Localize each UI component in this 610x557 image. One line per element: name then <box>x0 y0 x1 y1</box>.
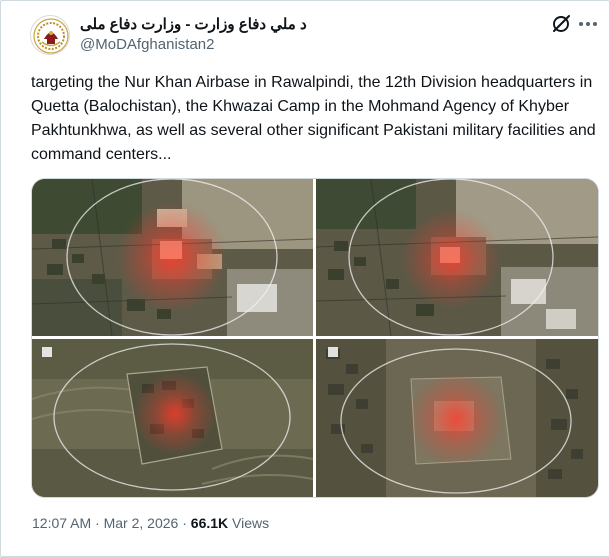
tweet-header: د ملي دفاع وزارت - وزارت دفاع ملی @MoDAf… <box>1 1 610 65</box>
tweet-meta: 12:07 AM · Mar 2, 2026 · 66.1K Views <box>32 515 269 531</box>
user-handle[interactable]: @MoDAfghanistan2 <box>80 36 214 53</box>
grok-icon[interactable] <box>550 13 572 35</box>
media-image[interactable] <box>316 339 598 497</box>
avatar[interactable] <box>30 15 70 55</box>
emblem-icon <box>33 18 69 54</box>
tweet-card: د ملي دفاع وزارت - وزارت دفاع ملی @MoDAf… <box>0 0 610 557</box>
views-count: 66.1K <box>190 515 229 531</box>
timestamp-time[interactable]: 12:07 AM <box>32 515 91 531</box>
display-name[interactable]: د ملي دفاع وزارت - وزارت دفاع ملی <box>80 15 307 33</box>
more-options-icon[interactable] <box>577 20 599 28</box>
views-label: Views <box>232 515 270 531</box>
meta-separator: · <box>95 515 100 531</box>
media-image[interactable] <box>316 179 598 336</box>
tweet-text: targeting the Nur Khan Airbase in Rawalp… <box>31 74 596 163</box>
meta-separator: · <box>182 515 187 531</box>
media-image[interactable] <box>32 339 313 497</box>
media-image[interactable] <box>32 179 313 336</box>
timestamp-date[interactable]: Mar 2, 2026 <box>104 515 179 531</box>
media-grid[interactable] <box>31 178 599 498</box>
